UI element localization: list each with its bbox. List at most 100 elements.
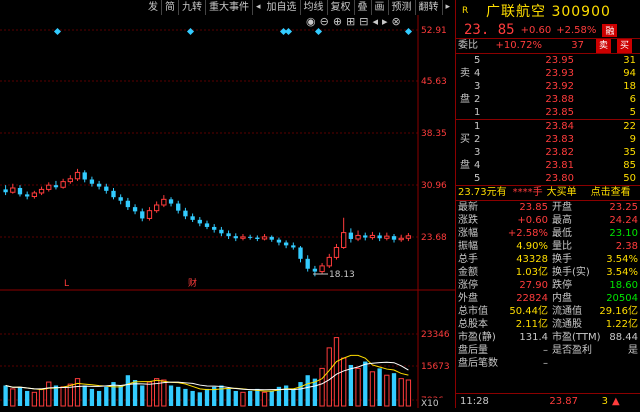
buy-button[interactable]: 买 [617,39,633,53]
candle [348,232,354,239]
quote-stat-row: 涨幅 +2.58% 最低 23.10 [456,227,640,240]
candle [291,245,296,248]
dropdown-arrow-icon[interactable]: ◂ [253,0,264,15]
candle [176,203,181,211]
volume-bar [204,388,210,406]
up-arrow-icon: ▲ [612,395,620,407]
ob-price: 23.81 [545,160,574,171]
candle [355,234,361,240]
sell-side-label: 盘 [460,94,470,105]
ob-price: 23.85 [545,107,574,118]
tab-major-events[interactable]: 重大事件 [206,0,253,15]
scroll-right-icon[interactable]: ▸ [382,15,388,29]
candle [233,236,238,239]
event-marker [53,27,62,36]
stat-label: 流通值 [552,306,582,317]
volume-bar [82,385,87,406]
plus-circle-icon[interactable]: ⊕ [333,15,342,29]
volume-bar [60,386,66,407]
big-order-link[interactable]: 点击查看 [591,186,631,200]
candle [96,183,102,187]
candle [341,232,347,248]
volume-bar [3,385,8,406]
current-price: 23. 85 [464,22,515,38]
stat-value: 1.03亿 [515,267,548,278]
quote-stat-row: 盘后量 – 是否盈利 是 [456,344,640,357]
quote-stat-row: 盘后笔数 – [456,357,640,370]
candle [240,236,246,239]
close-icon[interactable]: ⊗ [392,15,401,29]
tab-adjust[interactable]: 复权 [328,0,355,15]
tab-ma[interactable]: 均线 [301,0,328,15]
add-watchlist-button[interactable]: 加自选 [264,0,301,15]
stat-value: 27.90 [519,280,548,291]
candle [305,258,310,269]
kline-chart[interactable]: L 财 18.13 52.91 45.63 38.35 30.96 23.68 … [0,0,455,409]
candle [31,192,38,197]
tab-flip[interactable]: 翻转 [416,0,443,15]
tab-overlay[interactable]: 叠 [355,0,372,15]
ob-level: 3 [474,147,481,158]
price-axis-label: 30.96 [421,181,447,191]
volume-bar [233,390,238,406]
scroll-left-icon[interactable]: ◂ [372,15,378,29]
expand-arrow-icon[interactable]: ▸ [443,0,454,15]
webi-label: 委比 [458,40,478,51]
volume-bar [74,378,81,407]
stat-label: 换手 [552,254,572,265]
stat-value: 4.90% [516,241,548,252]
volume-bar [384,374,390,407]
kline-chart-area[interactable]: L 财 18.13 52.91 45.63 38.35 30.96 23.68 … [0,0,455,409]
stat-value [594,357,638,370]
volume-bar [333,337,340,407]
candle [25,194,30,197]
volume-bar [369,371,376,407]
event-markers [53,27,413,36]
stat-label: 振幅 [458,241,478,252]
minus-circle-icon[interactable]: ⊖ [320,15,329,29]
sell-button[interactable]: 卖 [596,39,612,53]
candle [125,200,131,208]
candle [3,189,8,193]
tab-forecast[interactable]: 预测 [389,0,416,15]
stat-value: 23.85 [519,202,548,213]
quote-stat-row: 总股本 2.11亿 流通股 1.22亿 [456,318,640,331]
volume-bar [326,347,332,407]
volume-bar [140,385,145,406]
candle [276,239,282,243]
quote-stat-row: 总市值 50.44亿 流通值 29.16亿 [456,305,640,318]
zoom-out-icon[interactable]: ⊟ [359,15,368,29]
tab-fa[interactable]: 发 [145,0,162,15]
event-marker [284,27,293,36]
volume-bar [348,364,354,406]
volume-bar [25,390,30,406]
stat-label: 内盘 [552,293,572,304]
ob-volume: 18 [623,81,636,92]
candle [82,172,87,180]
tick-volume: 3 [601,395,608,407]
quote-stat-row: 总手 43328 换手 3.54% [456,253,640,266]
stat-label: 最新 [458,202,478,213]
volume-bar [226,388,231,406]
tab-jian[interactable]: 简 [162,0,179,15]
candle [226,233,231,237]
quote-stat-row: 市盈(静) 131.4 市盈(TTM) 88.44 [456,331,640,344]
candle [111,190,116,198]
ob-level: 1 [474,121,481,132]
candle [269,236,274,240]
tab-draw[interactable]: 画 [372,0,389,15]
volume-bar [190,390,195,406]
ob-price: 23.93 [545,68,574,79]
candle [38,188,45,194]
eye-icon[interactable]: ◉ [306,15,316,29]
stat-value: 23.10 [609,228,638,239]
stat-value: – [543,358,548,369]
zoom-in-icon[interactable]: ⊞ [346,15,355,29]
ob-price: 23.83 [545,134,574,145]
margin-badge: 融 [602,23,618,37]
tab-jiuzhuan[interactable]: 九转 [179,0,206,15]
volume-bar [17,386,23,406]
candle [261,236,268,240]
candle [319,265,325,273]
stat-label: 总手 [458,254,478,265]
